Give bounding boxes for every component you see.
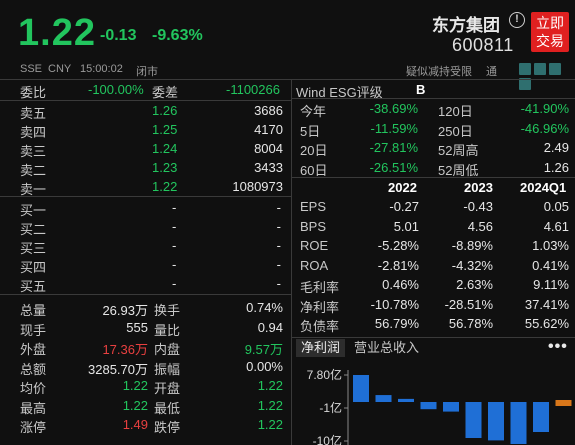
last-price: 1.22 [18, 12, 96, 54]
currency: CNY [48, 63, 72, 75]
sell-level-row: 卖三 1.24 8004 [20, 141, 283, 159]
chart-bar[interactable] [375, 395, 392, 402]
tab-revenue[interactable]: 营业总收入 [354, 339, 419, 357]
trade-button[interactable]: 立即交易 [531, 12, 569, 52]
stat-row: 涨停 1.49 跌停 1.22 [20, 417, 283, 435]
chart-bar[interactable] [443, 402, 459, 412]
status-bar: SSE CNY 15:00:02 闭市 疑似减持受限 通 [0, 62, 575, 90]
stock-name: 东方集团 [432, 16, 500, 35]
stat-row: 总额 3285.70万 振幅 0.00% [20, 358, 283, 377]
financial-row: 负债率 56.79% 56.78% 55.62% [300, 316, 569, 334]
restriction-tag: 疑似减持受限 [406, 66, 472, 78]
performance-row: 60日 -26.51% 52周低 1.26 [300, 159, 569, 178]
order-ratio-row: 委比 -100.00% 委差 -1100266 [20, 82, 280, 100]
stat-row: 现手 555 量比 0.94 [20, 319, 283, 338]
performance-row: 20日 -27.81% 52周高 2.49 [300, 140, 569, 158]
bell-icon[interactable] [549, 63, 561, 75]
stock-code: 600811 [452, 35, 514, 55]
sell-level-row: 卖四 1.25 4170 [20, 122, 283, 140]
sell-level-row: 卖五 1.26 3686 [20, 103, 283, 121]
chart-bar[interactable] [510, 402, 527, 444]
sell-level-row: 卖二 1.23 3433 [20, 160, 283, 178]
fin-header: 2022 2023 2024Q1 [388, 180, 567, 195]
buy-level-row: 买三 - - [20, 238, 281, 256]
net-profit-chart: 7.80亿 -1亿 -10亿 [307, 367, 572, 445]
market-status: 闭市 [136, 66, 158, 78]
stat-row: 最高 1.22 最低 1.22 [20, 397, 283, 416]
buy-level-row: 买一 - - [20, 200, 281, 218]
y-tick-label: 7.80亿 [307, 367, 342, 382]
chart-tabs: 净利润 营业总收入 [292, 337, 575, 359]
financial-row: EPS -0.27 -0.43 0.05 [300, 199, 569, 214]
buy-level-row: 买五 - - [20, 276, 281, 294]
chart-bar[interactable] [398, 398, 414, 402]
chart-bar[interactable] [353, 375, 369, 402]
financial-row: ROE -5.28% -8.89% 1.03% [300, 238, 569, 253]
stat-row: 均价 1.22 开盘 1.22 [20, 378, 283, 396]
connect-tag: 通 [486, 66, 497, 78]
esg-row: Wind ESG评级 B [296, 82, 426, 100]
tab-net-profit[interactable]: 净利润 [296, 339, 346, 357]
financial-row: 净利率 -10.78% -28.51% 37.41% [300, 296, 569, 315]
exchange: SSE [20, 63, 43, 75]
share-icon[interactable] [534, 63, 546, 75]
quote-header: 1.22 -0.13 -9.63% 东方集团 ! 600811 立即交易 [0, 0, 575, 62]
chart-bar[interactable] [465, 402, 482, 438]
financial-row: 毛利率 0.46% 2.63% 9.11% [300, 277, 569, 295]
price-change: -0.13 [100, 27, 137, 44]
buy-level-row: 买四 - - [20, 257, 281, 275]
timestamp: 15:00:02 [80, 63, 123, 75]
divider [0, 196, 291, 197]
chart-bar[interactable] [555, 400, 572, 406]
info-icon[interactable]: ! [509, 12, 525, 28]
stat-row: 总量 26.93万 换手 0.74% [20, 300, 283, 318]
sell-level-row: 卖一 1.22 1080973 [20, 179, 283, 197]
price-change-pct: -9.63% [152, 27, 203, 44]
more-icon[interactable]: ••• [548, 338, 568, 356]
performance-row: 今年 -38.69% 120日 -41.90% [300, 101, 569, 119]
divider [0, 294, 291, 295]
chart-bar[interactable] [533, 402, 549, 432]
performance-row: 5日 -11.59% 250日 -46.96% [300, 120, 569, 139]
stat-row: 外盘 17.36万 内盘 9.57万 [20, 342, 283, 357]
chart-bar[interactable] [420, 402, 437, 410]
financial-row: BPS 5.01 4.56 4.61 [300, 218, 569, 234]
pen-icon[interactable] [519, 63, 531, 75]
y-tick-label: -10亿 [313, 433, 342, 445]
financial-row: ROA -2.81% -4.32% 0.41% [300, 257, 569, 273]
y-tick-label: -1亿 [319, 400, 342, 415]
esg-rating: B [416, 82, 426, 97]
buy-level-row: 买二 - - [20, 219, 281, 237]
chart-bar[interactable] [488, 402, 504, 441]
